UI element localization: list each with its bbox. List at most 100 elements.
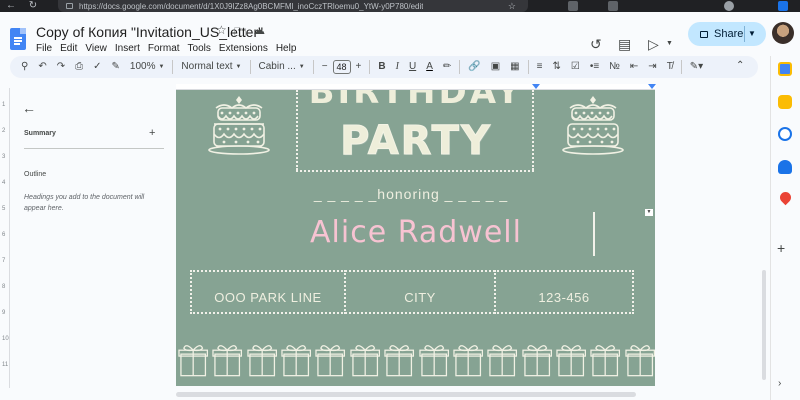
move-folder-icon[interactable]: 🗀	[234, 23, 246, 44]
chevron-down-icon[interactable]: ▼	[666, 40, 673, 47]
insert-image-icon[interactable]: ▦	[505, 56, 524, 78]
zoom-select[interactable]: 100% ▼	[125, 56, 170, 78]
chevron-down-icon[interactable]: ▼	[645, 209, 653, 216]
star-icon[interactable]: ☆	[216, 23, 227, 37]
site-info-icon[interactable]	[66, 3, 73, 9]
extension-icon[interactable]	[608, 1, 618, 11]
comment-icon[interactable]: ▤	[618, 36, 631, 53]
guest-name[interactable]: Alice Radwell	[276, 215, 556, 250]
highlight-icon[interactable]: ✏	[438, 56, 456, 78]
share-divider	[744, 26, 745, 42]
menu-help[interactable]: Help	[272, 43, 301, 54]
gift-icon	[625, 345, 655, 377]
gift-border	[176, 342, 655, 382]
copilot-icon[interactable]	[778, 1, 788, 11]
search-icon[interactable]: ⚲	[16, 56, 33, 78]
numbered-list-icon[interactable]: №	[604, 56, 625, 78]
contacts-icon[interactable]	[778, 160, 792, 174]
add-app-icon[interactable]: +	[777, 240, 785, 256]
document-page[interactable]: BIRTHDAY PARTY _ _ _ _ _honoring _ _ _ _…	[176, 90, 655, 386]
browser-back-icon[interactable]: ←	[0, 0, 22, 12]
panel-divider	[24, 148, 164, 149]
ruler-tick: 10	[2, 336, 9, 342]
paint-format-icon[interactable]: ✎	[107, 56, 125, 78]
video-camera-icon[interactable]: ▷	[648, 36, 659, 53]
dotted-divider	[532, 90, 534, 170]
calendar-icon[interactable]	[778, 62, 792, 76]
bookmark-star-icon[interactable]: ☆	[508, 0, 516, 12]
gift-icon	[590, 345, 621, 377]
editing-mode-icon[interactable]: ✎▾	[685, 56, 708, 78]
increase-font-size-button[interactable]: +	[351, 56, 367, 78]
share-menu-caret-icon[interactable]: ▼	[748, 22, 756, 46]
outline-hint: Headings you add to the document will ap…	[24, 194, 145, 212]
font-select[interactable]: Cabin ... ▼	[254, 56, 310, 78]
menu-insert[interactable]: Insert	[111, 43, 144, 54]
align-icon[interactable]: ≡	[532, 56, 548, 78]
gift-icon	[384, 345, 415, 377]
ruler-tick: 11	[2, 362, 9, 368]
increase-indent-icon[interactable]: ⇥	[643, 56, 661, 78]
gift-icon	[556, 345, 586, 377]
document-title[interactable]: Copy of Копия "Invitation_US_letter"	[36, 24, 263, 40]
phone-cell[interactable]: 123-456	[496, 284, 632, 312]
font-size-input[interactable]: 48	[332, 60, 351, 74]
chevron-down-icon: ▼	[235, 64, 242, 70]
menu-format[interactable]: Format	[144, 43, 184, 54]
menu-view[interactable]: View	[81, 43, 111, 54]
add-summary-button[interactable]: +	[149, 127, 155, 139]
vertical-ruler[interactable]: 1 2 3 4 5 6 7 8 9 10 11	[0, 88, 10, 388]
party-title[interactable]: PARTY	[301, 118, 531, 165]
gift-icon	[521, 345, 552, 377]
dotted-divider	[296, 90, 298, 170]
decrease-font-size-button[interactable]: −	[317, 56, 333, 78]
underline-button[interactable]: U	[404, 56, 421, 78]
address-cell[interactable]: OOO PARK LINE	[192, 284, 344, 312]
history-icon[interactable]: ↺	[590, 36, 602, 53]
url-text: https://docs.google.com/document/d/1X0J9…	[79, 1, 424, 11]
indent-marker[interactable]	[532, 84, 540, 89]
docs-header: Copy of Копия "Invitation_US_letter" ☆ 🗀…	[0, 12, 800, 56]
tasks-icon[interactable]	[778, 127, 792, 141]
redo-icon[interactable]: ↷	[52, 56, 70, 78]
address-bar[interactable]: https://docs.google.com/document/d/1X0J9…	[58, 0, 528, 12]
extension-icon[interactable]	[568, 1, 578, 11]
vertical-scrollbar[interactable]	[762, 270, 766, 380]
chevron-down-icon: ▼	[158, 64, 165, 70]
italic-button[interactable]: I	[391, 56, 404, 78]
menu-extensions[interactable]: Extensions	[215, 43, 272, 54]
browser-refresh-icon[interactable]: ↻	[22, 0, 44, 12]
spellcheck-icon[interactable]: ✓	[88, 56, 106, 78]
horizontal-scrollbar[interactable]	[176, 392, 636, 397]
line-spacing-icon[interactable]: ⇅	[547, 56, 565, 78]
honoring-text[interactable]: _ _ _ _ _honoring _ _ _ _ _	[286, 186, 536, 202]
docs-logo-icon[interactable]	[10, 28, 26, 50]
menu-tools[interactable]: Tools	[184, 43, 215, 54]
menu-edit[interactable]: Edit	[56, 43, 81, 54]
clear-format-icon[interactable]: T̸	[662, 56, 678, 78]
decrease-indent-icon[interactable]: ⇤	[625, 56, 643, 78]
undo-icon[interactable]: ↶	[33, 56, 51, 78]
menu-file[interactable]: File	[36, 43, 56, 54]
profile-icon[interactable]	[724, 1, 734, 11]
print-icon[interactable]: ⎙	[70, 56, 88, 78]
title-top-line[interactable]: BIRTHDAY	[301, 90, 531, 112]
ruler-tick: 8	[2, 284, 6, 290]
link-icon[interactable]: 🔗	[463, 56, 485, 78]
style-select[interactable]: Normal text ▼	[176, 56, 246, 78]
city-cell[interactable]: CITY	[346, 284, 494, 312]
bold-button[interactable]: B	[373, 56, 390, 78]
arrow-left-icon[interactable]: ←	[22, 100, 36, 116]
avatar[interactable]	[772, 22, 794, 44]
toolbar-separator	[459, 60, 461, 74]
chevron-right-icon[interactable]: ›	[778, 378, 781, 389]
text-color-button[interactable]: A	[421, 56, 438, 78]
bullet-list-icon[interactable]: •≡	[585, 56, 604, 78]
add-comment-icon[interactable]: ▣	[486, 56, 505, 78]
checklist-icon[interactable]: ☑	[566, 56, 585, 78]
chevron-up-icon[interactable]: ⌃	[736, 60, 744, 71]
cloud-saved-icon[interactable]: ☁	[253, 23, 265, 37]
keep-icon[interactable]	[778, 95, 792, 109]
ruler-tick: 4	[2, 180, 6, 186]
toolbar-separator	[172, 60, 174, 74]
